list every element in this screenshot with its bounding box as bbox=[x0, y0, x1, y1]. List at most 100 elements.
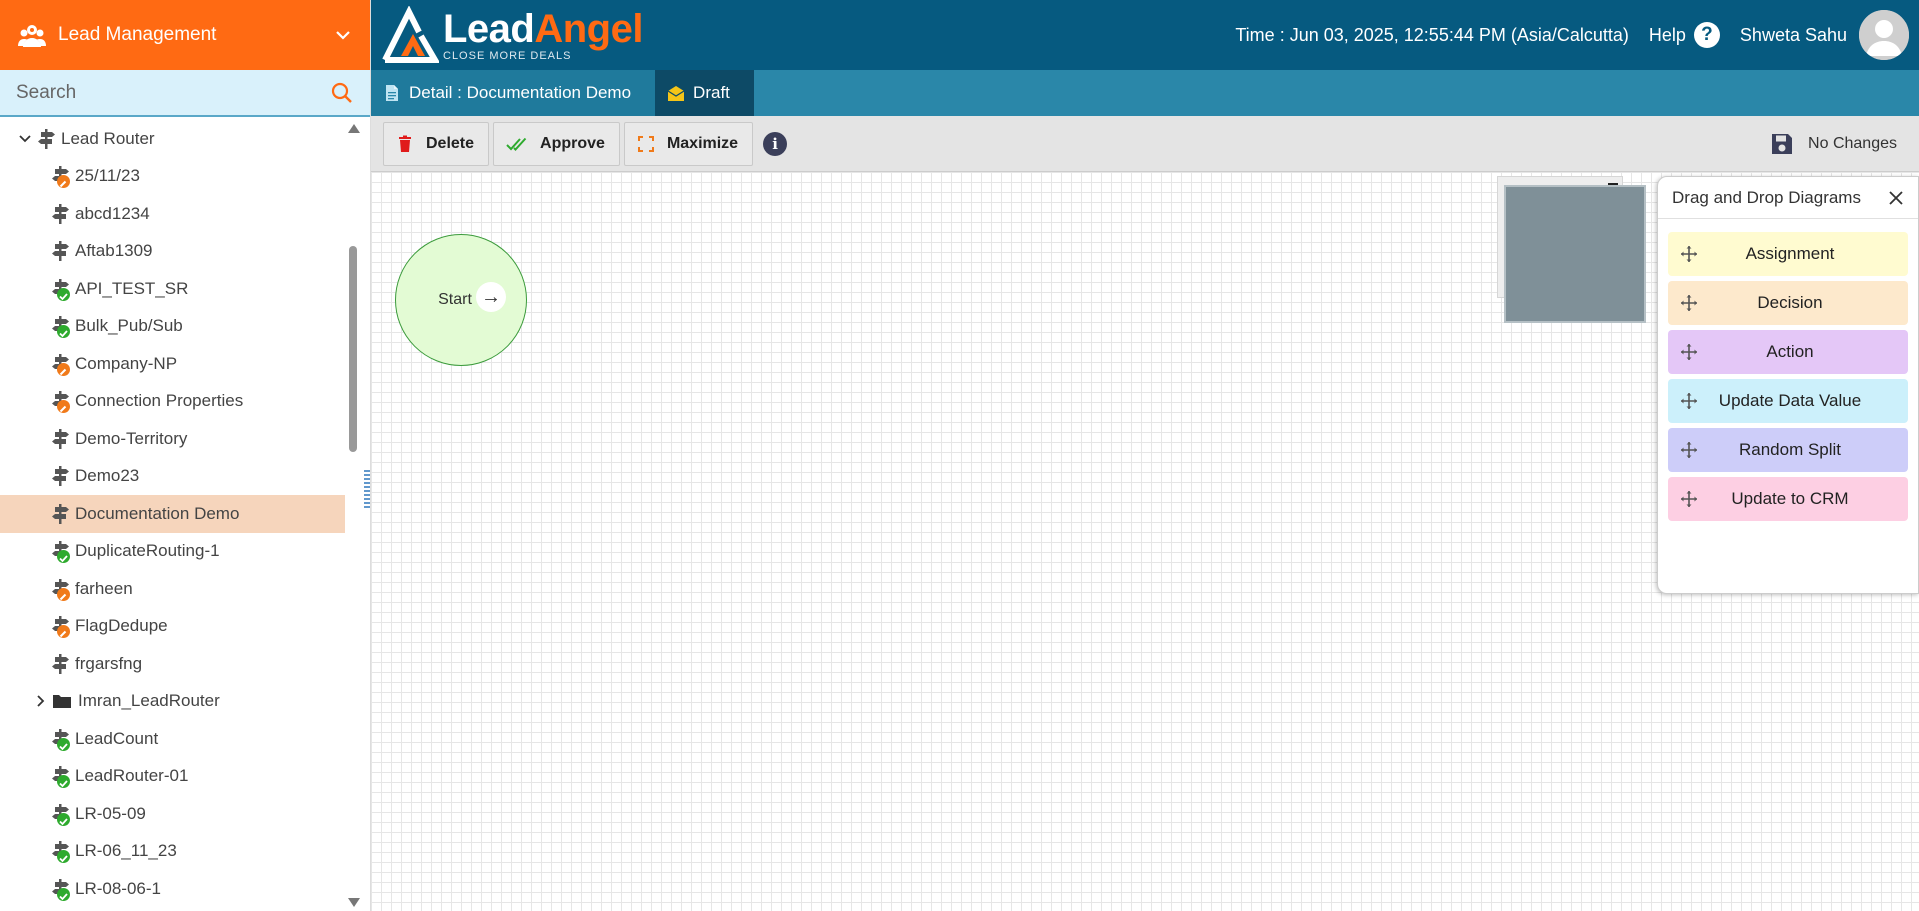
tree-item[interactable]: LR-05-09 bbox=[0, 795, 345, 833]
draft-badge-icon bbox=[57, 362, 70, 376]
approved-badge-icon bbox=[57, 775, 70, 789]
tree-item-label: Demo-Territory bbox=[75, 428, 188, 448]
maximize-icon bbox=[637, 135, 654, 152]
tree-item[interactable]: Connection Properties bbox=[0, 383, 345, 421]
palette-item[interactable]: Update Data Value bbox=[1668, 379, 1908, 423]
tree-item[interactable]: DuplicateRouting-1 bbox=[0, 533, 345, 571]
scroll-down-arrow-icon[interactable] bbox=[348, 898, 360, 907]
approve-button[interactable]: Approve bbox=[493, 121, 620, 166]
tree-item-label: 25/11/23 bbox=[75, 166, 140, 186]
palette-item-label: Update to CRM bbox=[1731, 489, 1849, 508]
chevron-down-icon[interactable] bbox=[334, 26, 352, 44]
user-name[interactable]: Shweta Sahu bbox=[1740, 25, 1847, 46]
scroll-thumb[interactable] bbox=[349, 246, 357, 452]
signpost-icon bbox=[50, 389, 72, 414]
tree-item-label: Demo23 bbox=[75, 466, 140, 486]
tree-item-label: frgarsfng bbox=[75, 653, 143, 673]
tab-detail[interactable]: Detail : Documentation Demo bbox=[371, 70, 656, 116]
tree-item[interactable]: Demo23 bbox=[0, 458, 345, 496]
tree-item[interactable]: Documentation Demo bbox=[0, 495, 345, 533]
move-icon[interactable] bbox=[1680, 392, 1698, 410]
delete-button[interactable]: Delete bbox=[383, 121, 490, 166]
scroll-up-arrow-icon[interactable] bbox=[348, 124, 360, 133]
tree-root-lead-router[interactable]: Lead Router bbox=[0, 120, 345, 158]
help-icon[interactable]: ? bbox=[1693, 22, 1720, 48]
avatar[interactable] bbox=[1859, 10, 1909, 60]
tree-item[interactable]: LeadRouter-01 bbox=[0, 758, 345, 796]
palette-item[interactable]: Random Split bbox=[1668, 428, 1908, 472]
tree-item[interactable]: LR-08-06-1 bbox=[0, 870, 345, 908]
palette-item[interactable]: Action bbox=[1668, 330, 1908, 374]
save-disk-icon[interactable] bbox=[1770, 132, 1794, 156]
signpost-icon bbox=[50, 877, 72, 901]
tree-item[interactable]: API_TEST_SR bbox=[0, 270, 345, 308]
tree-item-label: LR-05-09 bbox=[75, 803, 146, 823]
leadangel-logo[interactable]: LeadAngel CLOSE MORE DEALS bbox=[371, 0, 651, 70]
tree-item[interactable]: LeadCount bbox=[0, 720, 345, 758]
tree-item-label: Company-NP bbox=[75, 353, 178, 373]
info-icon[interactable]: i bbox=[763, 131, 788, 156]
tab-draft[interactable]: Draft bbox=[655, 70, 754, 116]
palette-item[interactable]: Assignment bbox=[1668, 232, 1908, 276]
maximize-button[interactable]: Maximize bbox=[623, 121, 754, 166]
signpost-icon bbox=[50, 314, 72, 339]
approved-badge-icon bbox=[57, 325, 70, 339]
app-title: Lead Management bbox=[58, 24, 217, 45]
tree-item-label: LR-08-06-1 bbox=[75, 878, 161, 898]
search-icon[interactable] bbox=[330, 81, 354, 105]
save-status: No Changes bbox=[1770, 132, 1919, 156]
sidebar-resize-handle[interactable] bbox=[364, 470, 370, 510]
toolbar: Delete Approve Maximize i No Changes bbox=[371, 116, 1919, 172]
tree-item-label: API_TEST_SR bbox=[75, 278, 189, 298]
tree-item[interactable]: FlagDedupe bbox=[0, 608, 345, 646]
tab-draft-label: Draft bbox=[693, 83, 730, 102]
draft-badge-icon bbox=[57, 400, 70, 414]
tree-item[interactable]: LR-06_11_23 bbox=[0, 833, 345, 871]
signpost-icon bbox=[50, 614, 72, 639]
trash-icon bbox=[399, 135, 411, 152]
signpost-icon bbox=[36, 127, 58, 151]
tab-detail-label: Detail : Documentation Demo bbox=[409, 83, 632, 102]
document-icon bbox=[386, 85, 398, 101]
minimize-icon[interactable] bbox=[1608, 183, 1618, 185]
tree-item[interactable]: 25/11/23 bbox=[0, 158, 345, 196]
tree-scrollbar[interactable] bbox=[346, 120, 360, 911]
signpost-icon bbox=[50, 764, 72, 789]
maximize-label: Maximize bbox=[666, 134, 739, 152]
chevron-right-icon[interactable] bbox=[34, 694, 48, 708]
tree-item-label: Documentation Demo bbox=[75, 503, 240, 523]
search-input[interactable] bbox=[16, 81, 330, 104]
tree-item[interactable]: Demo-Territory bbox=[0, 420, 345, 458]
tree-item[interactable]: Company-NP bbox=[0, 345, 345, 383]
signpost-icon bbox=[50, 502, 72, 526]
close-icon[interactable] bbox=[1888, 190, 1904, 206]
tree-item[interactable]: Imran_LeadRouter bbox=[0, 683, 345, 721]
arrow-right-icon[interactable]: → bbox=[476, 282, 506, 312]
signpost-icon bbox=[50, 539, 72, 564]
palette-item-label: Update Data Value bbox=[1718, 391, 1862, 410]
move-icon[interactable] bbox=[1680, 294, 1698, 312]
app-switcher[interactable]: Lead Management bbox=[0, 0, 370, 70]
signpost-icon bbox=[50, 202, 72, 226]
folder-icon bbox=[53, 695, 71, 709]
help-link[interactable]: Help bbox=[1649, 25, 1686, 46]
signpost-icon bbox=[50, 727, 72, 751]
tree-item[interactable]: abcd1234 bbox=[0, 195, 345, 233]
start-node[interactable]: Start → bbox=[395, 234, 527, 366]
move-icon[interactable] bbox=[1680, 441, 1698, 459]
move-icon[interactable] bbox=[1680, 343, 1698, 361]
palette-item[interactable]: Update to CRM bbox=[1668, 477, 1908, 521]
chevron-down-icon[interactable] bbox=[18, 132, 32, 146]
move-icon[interactable] bbox=[1680, 245, 1698, 263]
tree-item-label: DuplicateRouting-1 bbox=[75, 541, 220, 561]
move-icon[interactable] bbox=[1680, 490, 1698, 508]
palette-item[interactable]: Decision bbox=[1668, 281, 1908, 325]
tree-item-label: LR-06_11_23 bbox=[75, 841, 177, 861]
canvas-minimap[interactable] bbox=[1497, 176, 1646, 323]
tree-item[interactable]: frgarsfng bbox=[0, 645, 345, 683]
tree-item[interactable]: farheen bbox=[0, 570, 345, 608]
tree-item[interactable]: Aftab1309 bbox=[0, 233, 345, 271]
palette-item-label: Action bbox=[1766, 342, 1814, 361]
tree-item[interactable]: Bulk_Pub/Sub bbox=[0, 308, 345, 346]
minimap-viewport[interactable] bbox=[1504, 185, 1646, 323]
